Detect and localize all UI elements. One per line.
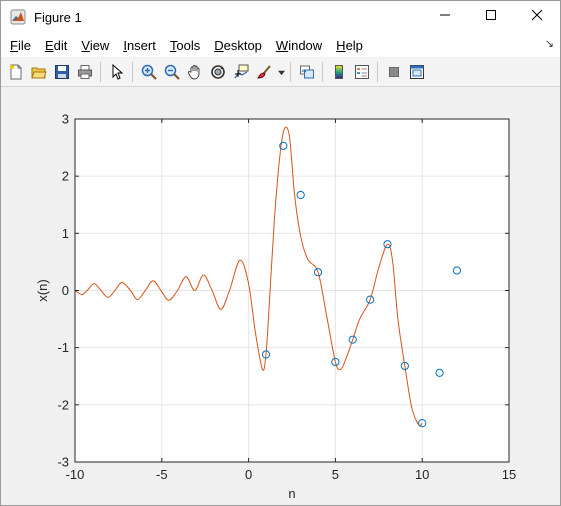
y-tick-label: -2 [57,397,69,412]
brush-icon [256,64,272,80]
y-axis-label: x(n) [35,279,50,301]
y-tick-label: 3 [62,112,69,127]
maximize-icon [485,9,497,25]
zoom-in-icon [141,64,157,80]
edit-plot-button[interactable] [106,61,128,83]
open-file-icon [31,64,47,80]
new-figure-icon [8,64,24,80]
data-cursor-button[interactable] [230,61,252,83]
link-plot-icon [299,64,315,80]
save-icon [54,64,70,80]
link-plot-button[interactable] [296,61,318,83]
toolbar-separator [322,62,323,82]
y-tick-label: -1 [57,340,69,355]
print-button[interactable] [74,61,96,83]
toolbar-separator [132,62,133,82]
y-tick-label: 0 [62,283,69,298]
minimize-icon [439,9,451,25]
zoom-in-button[interactable] [138,61,160,83]
figure-toolbar [1,58,560,87]
zoom-out-button[interactable] [161,61,183,83]
figure-window: Figure 1 File Edit View Insert Tools Des… [0,0,561,506]
toolbar-separator [290,62,291,82]
show-plot-tools-button[interactable] [406,61,428,83]
minimize-button[interactable] [422,1,468,33]
x-tick-label: 10 [415,467,429,482]
menu-view[interactable]: View [72,38,114,53]
insert-colorbar-button[interactable] [328,61,350,83]
close-button[interactable] [514,1,560,33]
menu-tools[interactable]: Tools [161,38,205,53]
hide-plot-tools-button[interactable] [383,61,405,83]
zoom-out-icon [164,64,180,80]
y-tick-label: 2 [62,169,69,184]
x-tick-label: 0 [245,467,252,482]
x-tick-label: 15 [502,467,516,482]
menu-window[interactable]: Window [267,38,327,53]
print-icon [77,64,93,80]
close-icon [531,9,543,25]
matlab-logo-icon [10,9,26,25]
insert-legend-icon [354,64,370,80]
menu-edit[interactable]: Edit [36,38,72,53]
pan-button[interactable] [184,61,206,83]
toolbar-separator [377,62,378,82]
plot-svg: -10 -5 0 5 10 15-3-2-10123 n x(n) [35,112,516,502]
maximize-button[interactable] [468,1,514,33]
toolbar-separator [100,62,101,82]
window-title: Figure 1 [34,9,82,25]
title-bar[interactable]: Figure 1 [1,1,560,33]
menu-file[interactable]: File [1,38,36,53]
figure-canvas[interactable]: -10 -5 0 5 10 15 -3 -2 -1 0 1 2 3 n x(n) [1,87,560,505]
y-tick-label: -3 [57,455,69,470]
x-tick-label: -5 [156,467,168,482]
pan-hand-icon [187,64,203,80]
new-figure-button[interactable] [5,61,27,83]
brush-button[interactable] [253,61,275,83]
edit-plot-arrow-icon [109,64,125,80]
chevron-down-icon [277,69,285,76]
brush-dropdown[interactable] [276,61,286,83]
x-tick-label: 5 [332,467,339,482]
rotate-3d-button[interactable] [207,61,229,83]
y-tick-label: 1 [62,226,69,241]
x-axis-label: n [288,486,295,501]
insert-colorbar-icon [331,64,347,80]
hide-plot-tools-icon [386,64,402,80]
save-button[interactable] [51,61,73,83]
show-plot-tools-icon [409,64,425,80]
data-cursor-icon [233,64,249,80]
menu-insert[interactable]: Insert [114,38,161,53]
menu-desktop[interactable]: Desktop [205,38,267,53]
open-file-button[interactable] [28,61,50,83]
menu-help[interactable]: Help [327,38,368,53]
dock-figure-icon[interactable]: ↘ [545,37,554,50]
insert-legend-button[interactable] [351,61,373,83]
rotate-3d-icon [210,64,226,80]
menu-bar: File Edit View Insert Tools Desktop Wind… [1,33,560,57]
